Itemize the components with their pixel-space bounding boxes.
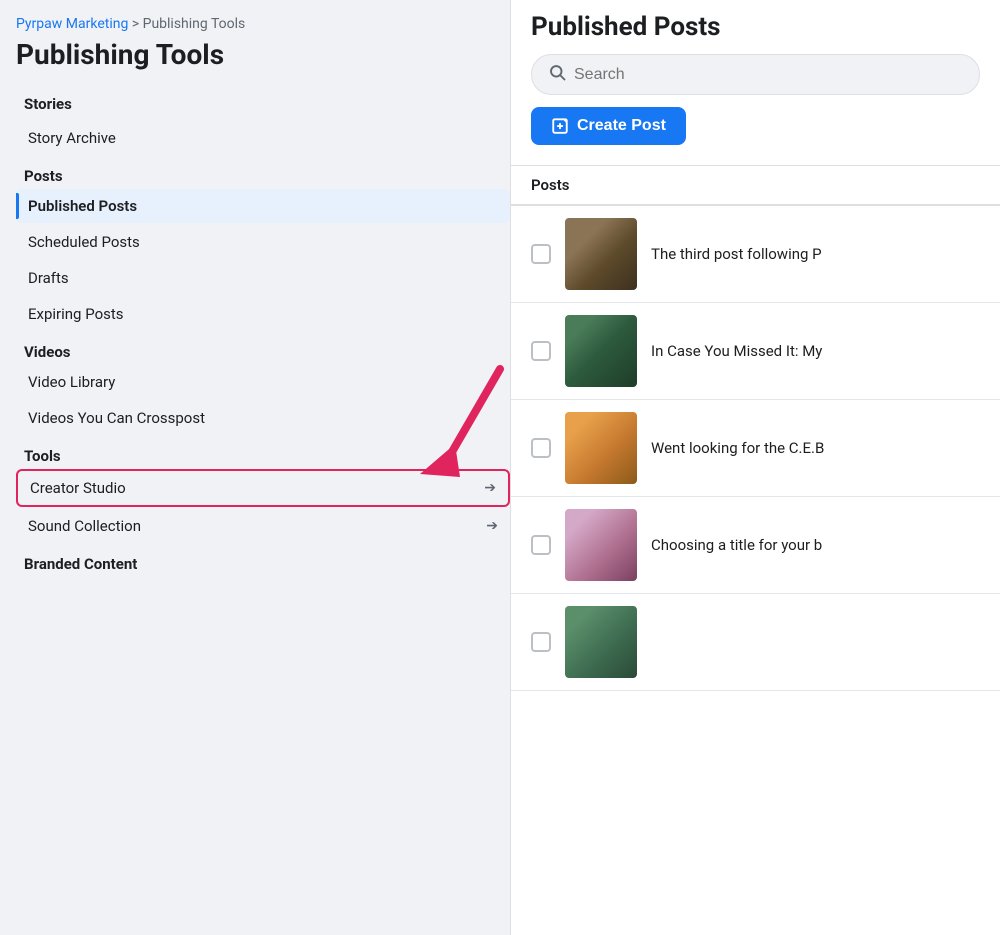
external-link-icon-2: ➔ <box>486 518 498 534</box>
external-link-icon: ➔ <box>484 480 496 496</box>
post-checkbox-4[interactable] <box>531 535 551 555</box>
sidebar-item-expiring-posts[interactable]: Expiring Posts <box>16 297 510 331</box>
sidebar-item-video-library[interactable]: Video Library <box>16 365 510 399</box>
table-header-posts: Posts <box>511 166 1000 206</box>
create-post-label: Create Post <box>577 117 666 135</box>
sidebar-item-scheduled-posts[interactable]: Scheduled Posts <box>16 225 510 259</box>
sidebar-item-sound-collection[interactable]: Sound Collection ➔ <box>16 509 510 543</box>
post-thumbnail-1 <box>565 218 637 290</box>
main-title: Published Posts <box>531 12 980 42</box>
post-checkbox-5[interactable] <box>531 632 551 652</box>
post-thumbnail-5 <box>565 606 637 678</box>
table-row[interactable]: Went looking for the C.E.B <box>511 400 1000 497</box>
sound-collection-label: Sound Collection <box>28 517 141 535</box>
post-checkbox-3[interactable] <box>531 438 551 458</box>
breadcrumb: Pyrpaw Marketing > Publishing Tools <box>16 16 510 32</box>
post-thumbnail-3 <box>565 412 637 484</box>
sidebar-item-drafts[interactable]: Drafts <box>16 261 510 295</box>
post-checkbox-1[interactable] <box>531 244 551 264</box>
table-row[interactable]: The third post following P <box>511 206 1000 303</box>
section-header-tools: Tools <box>16 447 510 465</box>
section-header-posts: Posts <box>16 167 510 185</box>
section-header-videos: Videos <box>16 343 510 361</box>
post-text-4: Choosing a title for your b <box>651 536 980 554</box>
post-thumbnail-2 <box>565 315 637 387</box>
sidebar: Pyrpaw Marketing > Publishing Tools Publ… <box>0 0 510 935</box>
create-post-button[interactable]: Create Post <box>531 107 686 145</box>
section-header-stories: Stories <box>16 95 510 113</box>
table-row[interactable]: In Case You Missed It: My <box>511 303 1000 400</box>
table-row[interactable]: Choosing a title for your b <box>511 497 1000 594</box>
breadcrumb-separator: > <box>132 16 143 32</box>
post-thumbnail-4 <box>565 509 637 581</box>
create-post-icon <box>551 117 569 135</box>
search-input[interactable] <box>574 66 963 84</box>
post-text-2: In Case You Missed It: My <box>651 342 980 360</box>
sidebar-item-creator-studio[interactable]: Creator Studio ➔ <box>16 469 510 507</box>
search-bar[interactable] <box>531 54 980 95</box>
main-panel: Published Posts Create Post Posts <box>510 0 1000 935</box>
post-text-3: Went looking for the C.E.B <box>651 439 980 457</box>
creator-studio-label: Creator Studio <box>30 479 126 497</box>
breadcrumb-current: Publishing Tools <box>143 16 246 32</box>
section-header-branded-content: Branded Content <box>16 555 510 573</box>
page-title: Publishing Tools <box>16 38 510 71</box>
search-icon <box>548 63 566 86</box>
post-text-1: The third post following P <box>651 245 980 263</box>
breadcrumb-brand[interactable]: Pyrpaw Marketing <box>16 16 128 32</box>
sidebar-item-videos-crosspost[interactable]: Videos You Can Crosspost <box>16 401 510 435</box>
main-header: Published Posts Create Post <box>511 0 1000 166</box>
table-row[interactable] <box>511 594 1000 691</box>
sidebar-item-published-posts[interactable]: Published Posts <box>16 189 510 223</box>
post-checkbox-2[interactable] <box>531 341 551 361</box>
sidebar-item-story-archive[interactable]: Story Archive <box>16 121 510 155</box>
